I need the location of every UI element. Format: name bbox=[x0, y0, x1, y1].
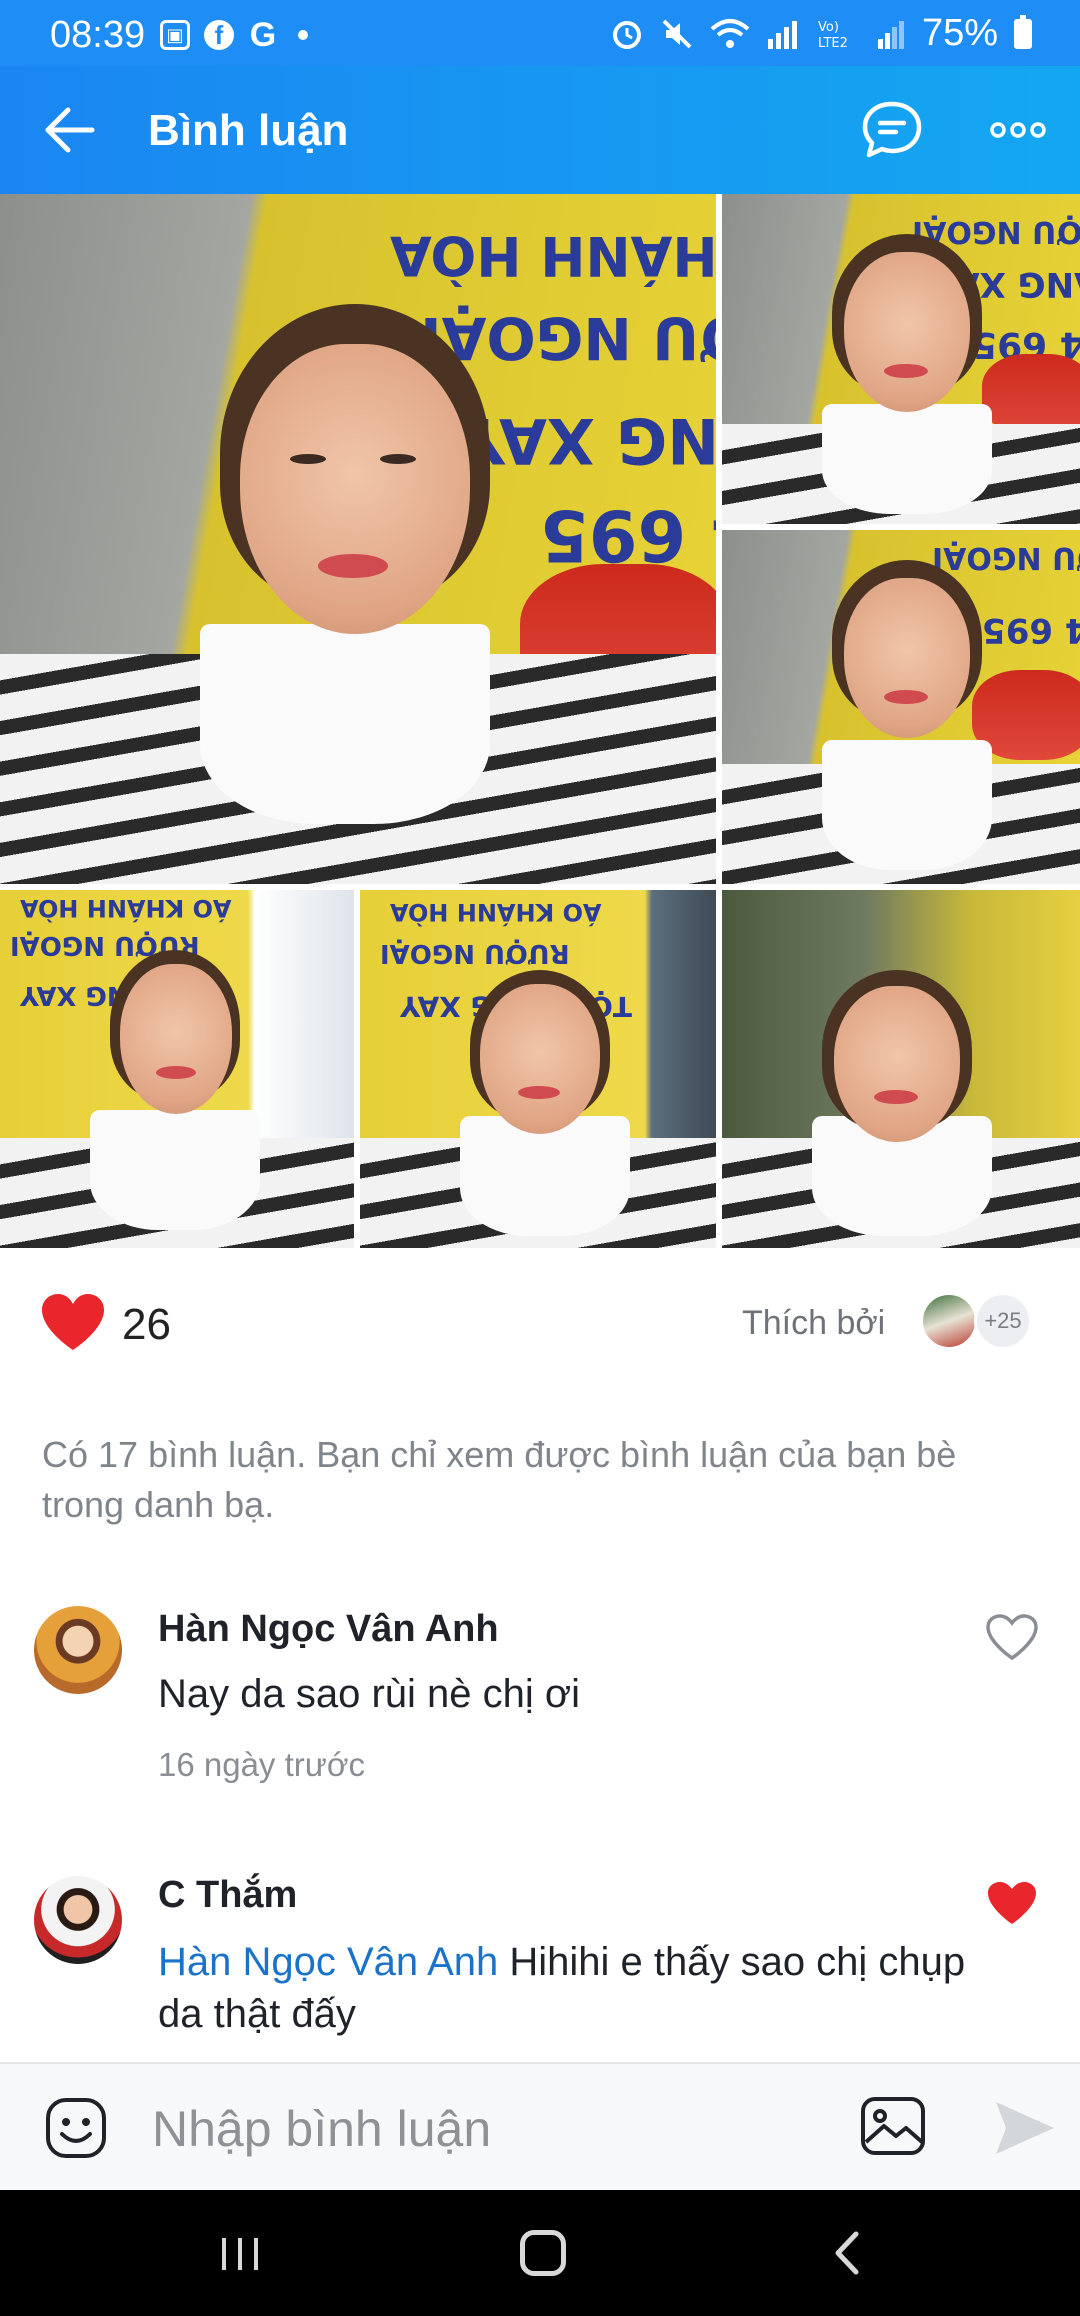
comment-time: 16 ngày trước bbox=[158, 1746, 365, 1783]
like-heart-icon[interactable] bbox=[40, 1292, 106, 1352]
recent-apps-icon[interactable] bbox=[218, 2234, 264, 2274]
emoji-icon[interactable] bbox=[44, 2096, 108, 2160]
more-options-icon[interactable] bbox=[988, 112, 1048, 148]
like-count: 26 bbox=[122, 1300, 171, 1349]
status-time: 08:39 bbox=[50, 14, 146, 56]
comment-item: C Thắm Hàn Ngọc Vân Anh Hihihi e thấy sa… bbox=[0, 1868, 1080, 2058]
dot-icon bbox=[298, 30, 308, 40]
photo-grid: ÁO KHÁNH HÒA RƯỢU NGOẠI TỘT RANG XAY 4 6… bbox=[0, 194, 1080, 1248]
photo-5[interactable]: ÁO KHÁNH HÒA RƯỢU NGOẠI TỘT RANG XAY bbox=[360, 890, 716, 1248]
comment-input-bar: Nhập bình luận bbox=[0, 2062, 1080, 2190]
sign-text: RƯỢU NGOẠI bbox=[380, 938, 570, 968]
liked-by-label[interactable]: Thích bởi bbox=[742, 1304, 885, 1343]
photo-2[interactable]: RƯỢU NGOẠI TỘT RANG XAY 4 695 bbox=[722, 194, 1080, 524]
signal-icon bbox=[767, 20, 797, 49]
svg-text:Vo): Vo) bbox=[818, 20, 839, 35]
photo-4[interactable]: ÁO KHÁNH HÒA RƯỢU NGOẠI TỘT RANG XAY bbox=[0, 890, 354, 1248]
comment-text: Nay da sao rùi nè chị ơi bbox=[158, 1672, 580, 1716]
system-icons: Vo) LTE2 75% bbox=[610, 12, 1032, 55]
app-header: Bình luận bbox=[0, 66, 1080, 194]
sign-text: 4 695 bbox=[982, 610, 1080, 650]
comment-input[interactable]: Nhập bình luận bbox=[152, 2100, 491, 2158]
sign-text: ÁO KHÁNH HÒA bbox=[390, 898, 602, 926]
photo-6[interactable] bbox=[722, 890, 1080, 1248]
comment-author[interactable]: Hàn Ngọc Vân Anh bbox=[158, 1608, 499, 1651]
sign-text: TỘT RANG XAY bbox=[460, 404, 716, 477]
likes-row: 26 Thích bởi +25 bbox=[0, 1248, 1080, 1398]
avatar[interactable] bbox=[34, 1876, 122, 1964]
image-icon[interactable] bbox=[860, 2096, 926, 2156]
more-likers-badge[interactable]: +25 bbox=[974, 1292, 1032, 1350]
photo-3[interactable]: RƯỢU NGOẠI 4 695 bbox=[722, 530, 1080, 884]
gallery-icon: ▣ bbox=[160, 20, 190, 50]
send-icon[interactable] bbox=[992, 2098, 1056, 2158]
comment-text: Hàn Ngọc Vân Anh Hihihi e thấy sao chị c… bbox=[158, 1936, 978, 2040]
nav-back-icon[interactable] bbox=[832, 2230, 862, 2276]
signal-weak-icon bbox=[877, 20, 904, 49]
sign-text: ÁO KHÁNH HÒA bbox=[20, 894, 232, 922]
battery-percent: 75% bbox=[921, 12, 998, 54]
comment-notice: Có 17 bình luận. Bạn chỉ xem được bình l… bbox=[42, 1434, 957, 1525]
volte-lte2-icon: Vo) LTE2 bbox=[818, 20, 848, 51]
sign-text: RƯỢU NGOẠI bbox=[932, 540, 1080, 575]
wifi-icon bbox=[710, 18, 750, 48]
chat-bubble-icon[interactable] bbox=[860, 98, 924, 162]
mention-link[interactable]: Hàn Ngọc Vân Anh bbox=[158, 1940, 498, 1984]
page-title: Bình luận bbox=[148, 106, 349, 155]
facebook-icon: f bbox=[204, 20, 234, 50]
liker-avatar[interactable] bbox=[920, 1292, 978, 1350]
heart-filled-icon[interactable] bbox=[984, 1878, 1040, 1928]
battery-icon bbox=[1014, 14, 1032, 49]
heart-outline-icon[interactable] bbox=[984, 1612, 1040, 1662]
avatar[interactable] bbox=[34, 1606, 122, 1694]
google-icon: G bbox=[249, 15, 277, 54]
system-nav-bar bbox=[0, 2190, 1080, 2316]
status-bar: 08:39 ▣ f G Vo) LTE2 75% bbox=[0, 0, 1080, 66]
sign-text: RƯỢU NGOẠI bbox=[420, 304, 716, 372]
home-icon[interactable] bbox=[520, 2230, 566, 2276]
photo-1[interactable]: ÁO KHÁNH HÒA RƯỢU NGOẠI TỘT RANG XAY 4 6… bbox=[0, 194, 716, 884]
comment-author[interactable]: C Thắm bbox=[158, 1874, 297, 1917]
sign-text: ÁO KHÁNH HÒA bbox=[390, 224, 716, 287]
alarm-icon bbox=[612, 20, 641, 49]
notification-icons: ▣ f G bbox=[160, 15, 308, 54]
mute-icon bbox=[662, 19, 692, 48]
svg-text:LTE2: LTE2 bbox=[818, 36, 848, 51]
comment-item: Hàn Ngọc Vân Anh Nay da sao rùi nè chị ơ… bbox=[0, 1600, 1080, 1800]
back-arrow-icon[interactable] bbox=[40, 100, 100, 160]
